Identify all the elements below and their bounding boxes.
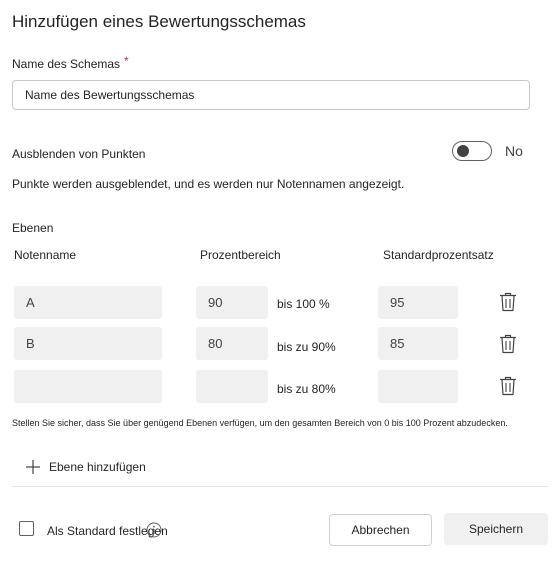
info-icon[interactable]: [146, 522, 162, 538]
set-default-checkbox[interactable]: [19, 521, 34, 536]
toggle-state-text: No: [505, 143, 523, 159]
column-header-percent-range: Prozentbereich: [200, 248, 281, 262]
column-header-default-percent: Standardprozentsatz: [383, 248, 494, 262]
trash-icon[interactable]: [499, 334, 517, 354]
hide-points-toggle[interactable]: [452, 141, 492, 161]
cancel-button[interactable]: Abbrechen: [329, 514, 432, 546]
grade-name-input[interactable]: [14, 327, 162, 360]
default-percent-input[interactable]: [378, 286, 458, 319]
range-text: bis 100 %: [277, 297, 330, 311]
hide-points-label: Ausblenden von Punkten: [12, 147, 146, 161]
trash-icon[interactable]: [499, 376, 517, 396]
percent-from-input[interactable]: [196, 370, 268, 403]
grade-name-input[interactable]: [14, 370, 162, 403]
percent-from-input[interactable]: [196, 286, 268, 319]
add-level-button[interactable]: Ebene hinzufügen: [25, 459, 146, 475]
range-text: bis zu 90%: [277, 340, 336, 354]
toggle-knob: [457, 145, 469, 157]
hide-points-description: Punkte werden ausgeblendet, und es werde…: [12, 177, 405, 191]
save-button[interactable]: Speichern: [444, 513, 548, 545]
percent-from-input[interactable]: [196, 327, 268, 360]
grade-name-input[interactable]: [14, 286, 162, 319]
footer-divider: [12, 486, 548, 487]
schema-name-label: Name des Schemas *: [12, 54, 129, 71]
required-asterisk: *: [124, 54, 129, 68]
schema-name-input[interactable]: [12, 80, 530, 110]
plus-icon: [26, 460, 40, 474]
levels-section-label: Ebenen: [12, 221, 54, 235]
coverage-note: Stellen Sie sicher, dass Sie über genüge…: [12, 418, 508, 428]
add-level-label: Ebene hinzufügen: [49, 460, 146, 474]
range-text: bis zu 80%: [277, 382, 336, 396]
trash-icon[interactable]: [499, 292, 517, 312]
schema-name-label-text: Name des Schemas: [12, 57, 121, 71]
column-header-grade-name: Notenname: [14, 248, 77, 262]
dialog-title: Hinzufügen eines Bewertungsschemas: [12, 12, 306, 31]
default-percent-input[interactable]: [378, 327, 458, 360]
default-percent-input[interactable]: [378, 370, 458, 403]
